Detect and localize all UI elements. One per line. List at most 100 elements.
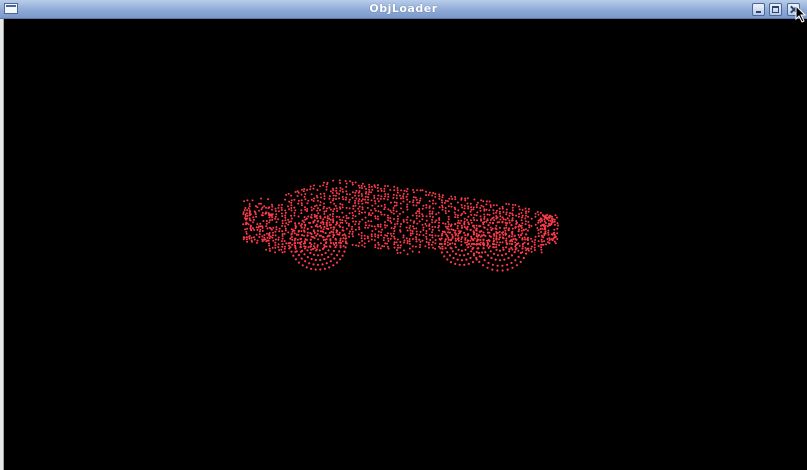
model-point bbox=[341, 254, 344, 257]
model-point bbox=[393, 204, 396, 207]
model-point bbox=[446, 251, 449, 254]
model-point bbox=[310, 209, 313, 212]
model-point bbox=[348, 207, 351, 210]
model-point bbox=[476, 201, 479, 204]
model-point bbox=[556, 222, 559, 225]
model-point bbox=[480, 204, 483, 207]
model-point bbox=[332, 249, 335, 252]
model-point bbox=[540, 248, 543, 251]
model-point bbox=[428, 234, 431, 236]
model-point bbox=[272, 239, 275, 242]
model-point bbox=[488, 231, 491, 234]
model-point bbox=[249, 219, 252, 222]
model-point bbox=[245, 236, 248, 239]
model-point bbox=[504, 252, 508, 255]
model-point bbox=[244, 207, 247, 209]
model-point bbox=[284, 216, 287, 219]
minimize-button[interactable] bbox=[752, 3, 765, 16]
model-point bbox=[348, 235, 351, 238]
model-point bbox=[466, 197, 469, 200]
model-point bbox=[303, 234, 306, 237]
model-point bbox=[277, 218, 280, 221]
model-point bbox=[533, 246, 536, 249]
model-point bbox=[473, 198, 476, 201]
model-point bbox=[361, 218, 364, 221]
model-point bbox=[300, 204, 303, 207]
model-point bbox=[395, 210, 398, 213]
model-point bbox=[322, 228, 325, 231]
render-viewport[interactable] bbox=[4, 19, 807, 470]
model-point bbox=[326, 219, 329, 222]
model-point bbox=[357, 207, 360, 210]
model-point bbox=[339, 218, 342, 221]
model-point bbox=[386, 234, 389, 237]
model-point bbox=[457, 239, 460, 242]
model-point bbox=[495, 215, 498, 217]
model-point bbox=[386, 242, 388, 245]
model-point bbox=[361, 244, 364, 247]
model-point bbox=[300, 250, 302, 253]
model-point bbox=[495, 211, 498, 214]
model-point bbox=[481, 251, 484, 254]
model-point bbox=[290, 207, 293, 209]
model-point bbox=[446, 258, 449, 261]
model-point bbox=[466, 239, 469, 242]
model-point bbox=[358, 205, 361, 208]
model-point bbox=[444, 238, 447, 241]
model-point bbox=[383, 208, 386, 211]
model-point bbox=[357, 184, 360, 187]
model-point bbox=[351, 211, 354, 214]
model-point bbox=[454, 252, 458, 255]
model-point bbox=[304, 198, 307, 201]
model-point bbox=[342, 216, 345, 219]
model-point bbox=[329, 195, 331, 198]
model-point bbox=[434, 195, 437, 198]
model-point bbox=[552, 232, 555, 235]
maximize-button[interactable] bbox=[769, 3, 782, 16]
model-point bbox=[357, 202, 360, 205]
model-point bbox=[336, 254, 339, 257]
model-point bbox=[358, 241, 361, 244]
model-point bbox=[469, 245, 472, 248]
model-point bbox=[258, 209, 260, 212]
model-point bbox=[434, 242, 437, 245]
model-point bbox=[438, 193, 441, 196]
model-point bbox=[506, 217, 509, 220]
model-point bbox=[306, 227, 309, 230]
model-point bbox=[475, 243, 478, 246]
model-point bbox=[408, 247, 411, 250]
model-point bbox=[354, 210, 357, 213]
model-point bbox=[539, 211, 542, 214]
model-point bbox=[243, 209, 246, 211]
model-point bbox=[290, 250, 293, 253]
model-point bbox=[393, 230, 396, 232]
model-point bbox=[463, 220, 466, 223]
model-point bbox=[316, 263, 320, 266]
model-point bbox=[509, 240, 511, 243]
model-point bbox=[361, 195, 363, 197]
model-point bbox=[402, 234, 405, 237]
model-point bbox=[371, 230, 374, 232]
model-point bbox=[360, 237, 363, 240]
model-point bbox=[329, 241, 333, 245]
model-point bbox=[249, 225, 252, 228]
model-point bbox=[489, 221, 492, 224]
model-point bbox=[505, 246, 508, 249]
model-point bbox=[506, 268, 509, 271]
model-point bbox=[354, 199, 357, 202]
model-point bbox=[406, 229, 409, 232]
title-bar[interactable]: ObjLoader bbox=[0, 0, 807, 19]
model-point bbox=[366, 206, 369, 209]
model-point bbox=[470, 235, 473, 238]
model-point bbox=[252, 236, 255, 239]
model-point bbox=[320, 234, 323, 237]
model-point bbox=[328, 234, 331, 237]
model-point bbox=[504, 221, 507, 224]
model-point bbox=[335, 261, 339, 264]
model-point bbox=[469, 256, 472, 260]
model-point bbox=[408, 227, 411, 229]
model-point bbox=[399, 225, 402, 228]
model-point bbox=[495, 243, 498, 246]
model-point bbox=[447, 236, 450, 239]
model-point bbox=[294, 237, 296, 240]
